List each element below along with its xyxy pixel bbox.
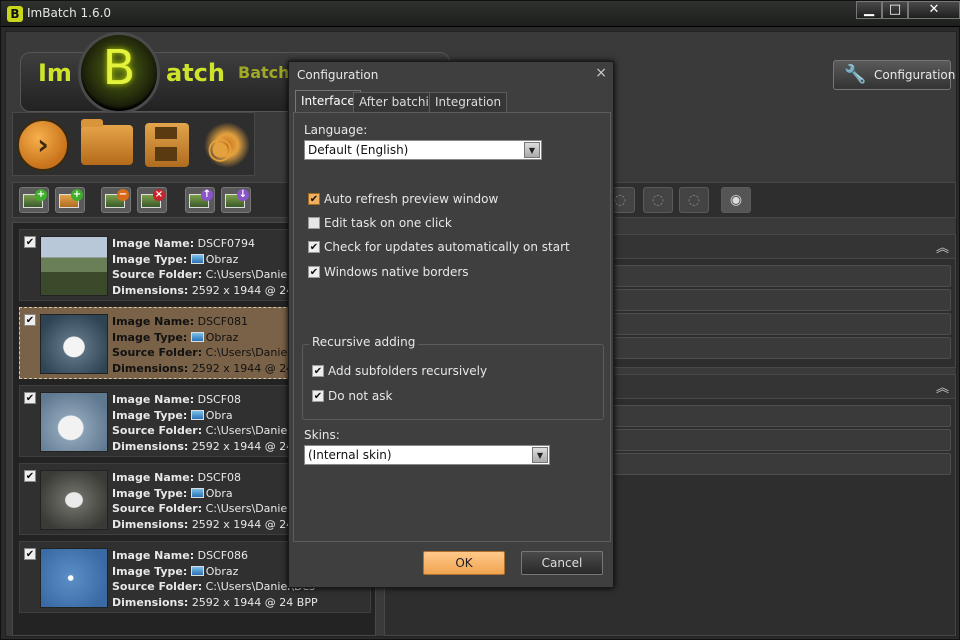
maximize-button[interactable]: □ [882, 1, 908, 19]
image-type: Obraz [205, 564, 239, 578]
image-name: DSCF086 [197, 549, 249, 562]
move-up-button[interactable]: ↑ [185, 187, 215, 213]
item-checkbox[interactable]: ✔ [24, 548, 36, 560]
recursive-adding-group: Recursive adding ✔ Add subfolders recurs… [302, 335, 604, 420]
wrench-icon: 🔧 [844, 64, 867, 85]
check-updates-label: Check for updates automatically on start [324, 240, 570, 254]
item-checkbox[interactable]: ✔ [24, 470, 36, 482]
tab-integration[interactable]: Integration [429, 92, 508, 112]
arrow-down-icon: ↓ [237, 189, 249, 201]
image-type: Obraz [205, 252, 239, 266]
image-name: DSCF08 [197, 393, 242, 406]
eye-icon[interactable]: ◉ [721, 187, 751, 213]
image-type: Obraz [205, 330, 239, 344]
plus-icon: + [71, 189, 83, 201]
item-checkbox[interactable]: ✔ [24, 236, 36, 248]
image-name: DSCF0794 [197, 237, 256, 250]
chevron-down-icon: ▼ [532, 447, 548, 463]
auto-refresh-label: Auto refresh preview window [324, 192, 499, 206]
skins-label: Skins: [304, 428, 340, 442]
arrow-up-icon: ↑ [201, 189, 213, 201]
item-checkbox[interactable]: ✔ [24, 392, 36, 404]
collapse-icon[interactable]: ︽ [936, 377, 949, 396]
save-button[interactable] [145, 123, 189, 167]
image-type: Obra [205, 486, 233, 500]
delete-icon: × [153, 189, 165, 201]
chevron-down-icon: ▼ [524, 142, 540, 158]
language-value: Default (English) [308, 143, 409, 157]
image-name: DSCF081 [197, 315, 249, 328]
image-thumbnail [40, 392, 108, 452]
image-name: DSCF08 [197, 471, 242, 484]
remove-image-button[interactable]: − [101, 187, 131, 213]
cancel-button[interactable]: Cancel [521, 551, 603, 575]
preview-button[interactable]: ◉ [201, 119, 253, 171]
main-toolbar: › ◉ [12, 112, 255, 176]
logo-text-atch: atch [166, 59, 225, 87]
open-folder-button[interactable] [81, 119, 133, 165]
language-select[interactable]: Default (English) ▼ [304, 140, 542, 160]
interface-tab-panel: Language: Default (English) ▼ ✔ Auto ref… [293, 112, 611, 542]
eye-icon: ◉ [207, 131, 234, 166]
title-bar[interactable]: B ImBatch 1.6.0 ▁ □ ✕ [1, 1, 960, 27]
skins-select[interactable]: (Internal skin) ▼ [304, 445, 550, 465]
image-dimensions: 2592 x 1944 @ 24 BPP [191, 595, 318, 609]
configuration-dialog: Configuration × Interface After batching… [288, 61, 614, 588]
dialog-tabs: Interface After batching Integration [293, 90, 611, 112]
app-icon: B [7, 6, 23, 22]
dialog-title: Configuration [297, 68, 379, 82]
close-icon[interactable]: × [595, 65, 607, 81]
tab-interface[interactable]: Interface [295, 90, 361, 112]
do-not-ask-checkbox[interactable]: ✔ [312, 390, 324, 402]
check-updates-checkbox[interactable]: ✔ [308, 241, 320, 253]
image-type: Obra [205, 408, 233, 422]
do-not-ask-label: Do not ask [328, 389, 393, 403]
logo-text-im: Im [38, 59, 72, 87]
minimize-button[interactable]: ▁ [856, 1, 882, 19]
collapse-icon[interactable]: ︽ [936, 237, 949, 256]
edit-task-checkbox[interactable] [308, 217, 320, 229]
logo-subtitle: Batch [238, 63, 290, 82]
native-borders-label: Windows native borders [324, 265, 469, 279]
logo-letter: B [102, 40, 136, 96]
image-thumbnail [40, 236, 108, 296]
image-thumbnail [40, 548, 108, 608]
image-thumbnail [40, 314, 108, 374]
image-thumbnail [40, 470, 108, 530]
clear-images-button[interactable]: × [137, 187, 167, 213]
ok-button[interactable]: OK [423, 551, 505, 575]
add-subfolders-checkbox[interactable]: ✔ [312, 365, 324, 377]
task-button[interactable]: ◌ [679, 187, 709, 213]
add-image-button[interactable]: + [19, 187, 49, 213]
task-button[interactable]: ◌ [643, 187, 673, 213]
add-subfolders-label: Add subfolders recursively [328, 364, 488, 378]
run-icon: › [37, 128, 49, 161]
close-button[interactable]: ✕ [908, 1, 960, 19]
auto-refresh-checkbox[interactable]: ✔ [308, 193, 320, 205]
recursive-adding-title: Recursive adding [309, 335, 419, 349]
configuration-button[interactable]: 🔧 Configuration [833, 60, 955, 90]
edit-task-label: Edit task on one click [324, 216, 452, 230]
skins-value: (Internal skin) [308, 448, 392, 462]
configuration-label: Configuration [874, 68, 956, 82]
window-title: ImBatch 1.6.0 [27, 6, 112, 20]
language-label: Language: [304, 123, 368, 137]
plus-icon: + [35, 189, 47, 201]
item-checkbox[interactable]: ✔ [24, 314, 36, 326]
add-folder-button[interactable]: + [55, 187, 85, 213]
minus-icon: − [117, 189, 129, 201]
move-down-button[interactable]: ↓ [221, 187, 251, 213]
run-button[interactable]: › [17, 119, 69, 171]
native-borders-checkbox[interactable]: ✔ [308, 266, 320, 278]
